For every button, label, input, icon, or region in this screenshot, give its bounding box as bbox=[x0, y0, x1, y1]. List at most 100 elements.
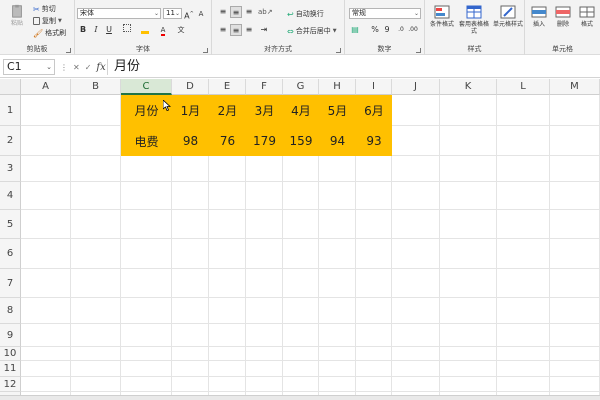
styles-group: 条件格式 套用表格格式 单元格样式 样式 bbox=[425, 0, 525, 55]
align-top-button[interactable]: ≡ bbox=[217, 6, 229, 18]
column-header-j[interactable]: J bbox=[392, 79, 440, 95]
row-header-11[interactable]: 11 bbox=[0, 361, 21, 377]
grow-font-button[interactable]: A^ bbox=[183, 8, 195, 21]
font-color-button[interactable]: A bbox=[157, 24, 169, 36]
underline-button[interactable]: U bbox=[103, 24, 115, 36]
cell-g2[interactable]: 159 bbox=[283, 126, 319, 156]
cell-d1[interactable]: 1月 bbox=[172, 95, 209, 126]
currency-button[interactable]: ▤ bbox=[349, 24, 361, 36]
clipboard-launcher-icon[interactable] bbox=[66, 48, 71, 53]
italic-button[interactable]: I bbox=[90, 24, 102, 36]
sheet-tab-bar[interactable] bbox=[0, 395, 600, 400]
font-color-icon: A bbox=[160, 26, 166, 36]
wrap-text-button[interactable]: ↩ 自动换行 bbox=[287, 9, 324, 19]
cell-styles-button[interactable]: 单元格样式 bbox=[491, 5, 525, 28]
cell-h1[interactable]: 5月 bbox=[319, 95, 356, 126]
increase-decimal-button[interactable]: .0 bbox=[395, 24, 407, 36]
cell-e1[interactable]: 2月 bbox=[209, 95, 246, 126]
cell-i2[interactable]: 93 bbox=[356, 126, 392, 156]
font-launcher-icon[interactable] bbox=[203, 48, 208, 53]
column-header-i[interactable]: I bbox=[356, 79, 392, 95]
percent-button[interactable]: % bbox=[369, 24, 381, 36]
format-as-table-button[interactable]: 套用表格格式 bbox=[459, 5, 489, 35]
row-header-12[interactable]: 12 bbox=[0, 377, 21, 392]
conditional-format-icon bbox=[434, 5, 450, 19]
row-header-5[interactable]: 5 bbox=[0, 210, 21, 239]
select-all-corner[interactable] bbox=[0, 79, 21, 95]
column-header-h[interactable]: H bbox=[319, 79, 356, 95]
column-header-d[interactable]: D bbox=[172, 79, 209, 95]
cells-group: 插入 删除 格式 单元格 bbox=[525, 0, 600, 55]
alignment-launcher-icon[interactable] bbox=[336, 48, 341, 53]
align-center-button[interactable]: ≡ bbox=[230, 24, 242, 36]
column-header-l[interactable]: L bbox=[497, 79, 550, 95]
number-group: 常规 ⌄ ▤ % 9 .0 .00 数字 bbox=[345, 0, 425, 55]
name-box[interactable]: C1 ⌄ bbox=[3, 59, 55, 75]
cell-i1[interactable]: 6月 bbox=[356, 95, 392, 126]
conditional-format-button[interactable]: 条件格式 bbox=[427, 5, 457, 28]
format-painter-button[interactable]: 🖌 格式刷 bbox=[33, 28, 66, 38]
cell-e2[interactable]: 76 bbox=[209, 126, 246, 156]
row-header-10[interactable]: 10 bbox=[0, 347, 21, 361]
column-header-e[interactable]: E bbox=[209, 79, 246, 95]
insert-button[interactable]: 插入 bbox=[527, 5, 551, 28]
row-header-6[interactable]: 6 bbox=[0, 239, 21, 269]
borders-button[interactable] bbox=[121, 24, 133, 36]
delete-button[interactable]: 删除 bbox=[551, 5, 575, 28]
cancel-icon[interactable]: ✕ bbox=[73, 63, 80, 72]
cell-g1[interactable]: 4月 bbox=[283, 95, 319, 126]
alignment-label: 对齐方式 bbox=[264, 45, 292, 53]
number-format-combo[interactable]: 常规 ⌄ bbox=[349, 8, 421, 19]
indent-button[interactable]: ⇥ bbox=[258, 24, 270, 36]
column-header-c[interactable]: C bbox=[121, 79, 172, 95]
copy-button[interactable]: 复制 ▼ bbox=[33, 16, 62, 26]
worksheet-grid[interactable]: ABCDEFGHIJKLM 12345678910111213 月份1月2月3月… bbox=[0, 79, 600, 400]
merge-center-button[interactable]: ⇔ 合并后居中 ▼ bbox=[287, 26, 337, 36]
font-size-combo[interactable]: 11 ⌄ bbox=[163, 8, 182, 19]
row-header-1[interactable]: 1 bbox=[0, 95, 21, 126]
cell-d2[interactable]: 98 bbox=[172, 126, 209, 156]
column-header-k[interactable]: K bbox=[440, 79, 497, 95]
align-left-button[interactable]: ≡ bbox=[217, 24, 229, 36]
row-header-4[interactable]: 4 bbox=[0, 182, 21, 210]
scissors-icon: ✂ bbox=[33, 4, 40, 14]
fill-color-button[interactable] bbox=[139, 24, 151, 36]
formula-input[interactable]: 月份 bbox=[107, 59, 597, 75]
cell-c2[interactable]: 电费 bbox=[121, 126, 172, 156]
row-header-9[interactable]: 9 bbox=[0, 324, 21, 347]
paintbrush-icon: 🖌 bbox=[33, 28, 44, 38]
column-header-f[interactable]: F bbox=[246, 79, 283, 95]
column-header-a[interactable]: A bbox=[21, 79, 71, 95]
decrease-decimal-button[interactable]: .00 bbox=[407, 24, 419, 36]
enter-icon[interactable]: ✓ bbox=[85, 63, 92, 72]
column-header-b[interactable]: B bbox=[71, 79, 121, 95]
row-header-2[interactable]: 2 bbox=[0, 126, 21, 156]
bold-button[interactable]: B bbox=[77, 24, 89, 36]
row-header-3[interactable]: 3 bbox=[0, 156, 21, 182]
cell-f2[interactable]: 179 bbox=[246, 126, 283, 156]
alignment-group: ≡ ≡ ≡ ab↗ ≡ ≡ ≡ ⇥ ↩ 自动换行 ⇔ 合并后居中 ▼ 对齐方式 bbox=[212, 0, 345, 55]
comma-button[interactable]: 9 bbox=[381, 24, 393, 36]
shrink-font-button[interactable]: A bbox=[195, 8, 207, 20]
orientation-button[interactable]: ab↗ bbox=[258, 6, 273, 18]
column-header-m[interactable]: M bbox=[550, 79, 600, 95]
clipboard-group: 粘贴 ✂ 剪切 复制 ▼ 🖌 格式刷 剪贴板 bbox=[0, 0, 75, 55]
format-button[interactable]: 格式 bbox=[575, 5, 599, 28]
align-bottom-button[interactable]: ≡ bbox=[243, 6, 255, 18]
formula-controls: ⋮ ✕ ✓ fx bbox=[60, 59, 106, 75]
merge-icon: ⇔ bbox=[287, 26, 294, 36]
row-header-8[interactable]: 8 bbox=[0, 298, 21, 324]
align-right-button[interactable]: ≡ bbox=[243, 24, 255, 36]
font-name-combo[interactable]: 宋体 ⌄ bbox=[77, 8, 161, 19]
row-header-7[interactable]: 7 bbox=[0, 269, 21, 298]
cell-h2[interactable]: 94 bbox=[319, 126, 356, 156]
cell-f1[interactable]: 3月 bbox=[246, 95, 283, 126]
align-middle-button[interactable]: ≡ bbox=[230, 6, 242, 18]
column-header-g[interactable]: G bbox=[283, 79, 319, 95]
number-launcher-icon[interactable] bbox=[416, 48, 421, 53]
paste-button[interactable]: 粘贴 bbox=[2, 4, 32, 27]
cut-button[interactable]: ✂ 剪切 bbox=[33, 4, 56, 14]
insert-function-button[interactable]: fx bbox=[96, 62, 105, 73]
copy-icon bbox=[33, 17, 40, 25]
phonetic-button[interactable]: 文 bbox=[175, 24, 187, 36]
